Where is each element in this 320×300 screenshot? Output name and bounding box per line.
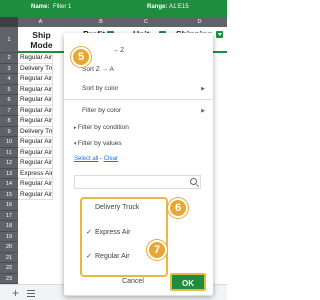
select-all-link[interactable]: Select all [74, 156, 98, 162]
row-numbers: 1 2 3 4 5 6 7 8 9 10 11 12 13 14 15 16 1… [0, 27, 18, 284]
table-cell[interactable]: Regular Air [18, 147, 53, 158]
table-cell[interactable]: Delivery Truck [18, 126, 53, 137]
filter-range-label: Range: [147, 4, 168, 10]
header-ship-mode-line1: Ship [32, 30, 51, 40]
row-number[interactable]: 7 [0, 105, 18, 116]
step-badge-6: 6 [168, 198, 188, 218]
value-item-express-air[interactable]: ✓ Express Air [86, 228, 130, 236]
table-cell[interactable]: Regular Air [18, 137, 53, 148]
table-cell[interactable]: Express Air [18, 168, 53, 179]
search-icon [190, 178, 197, 185]
values-search-input[interactable] [74, 175, 201, 189]
checkmark-icon[interactable]: ✓ [86, 228, 95, 236]
select-clear-links: Select all - Clear [74, 156, 118, 162]
filter-by-color-item[interactable]: Filter by color [82, 107, 121, 114]
filter-range-value[interactable]: A1:E15 [169, 4, 189, 10]
header-ship-mode-line2: Mode [30, 40, 53, 50]
row-number[interactable]: 10 [0, 137, 18, 148]
table-cell[interactable]: Regular Air [18, 53, 53, 64]
ok-button[interactable]: OK [170, 273, 206, 291]
row-number[interactable]: 11 [0, 147, 18, 158]
all-sheets-menu-icon[interactable] [27, 290, 35, 297]
row-number[interactable]: 18 [0, 221, 18, 232]
table-cell[interactable]: Regular Air [18, 105, 53, 116]
cancel-button-visible[interactable]: Cancel [116, 276, 150, 288]
filter-dropdown-icon[interactable] [216, 31, 223, 38]
filter-name-value[interactable]: Filter 1 [53, 4, 71, 10]
filter-name-label: Name: [31, 4, 50, 10]
column-header-a[interactable]: A [18, 17, 63, 27]
filter-by-condition-item[interactable]: ▸ Filter by condition [74, 124, 129, 131]
value-label: Regular Air [95, 253, 130, 260]
table-cell[interactable]: Regular Air [18, 158, 53, 169]
column-header-c[interactable]: C [125, 17, 167, 27]
row-number[interactable]: 5 [0, 84, 18, 95]
row-number[interactable]: 3 [0, 63, 18, 74]
table-cell[interactable]: Regular Air [18, 74, 53, 85]
row-number[interactable]: 21 [0, 252, 18, 263]
filter-by-condition-label: Filter by condition [77, 124, 129, 131]
row-number[interactable]: 4 [0, 74, 18, 85]
values-list: Delivery Truck ✓ Express Air ✓ Regular Air [80, 197, 168, 277]
menu-divider [64, 295, 213, 296]
value-label: Express Air [95, 229, 131, 236]
value-label: Delivery Truck [95, 204, 140, 211]
row-number[interactable]: 20 [0, 242, 18, 253]
clear-link[interactable]: Clear [104, 156, 118, 162]
row-number[interactable]: 19 [0, 231, 18, 242]
row-number[interactable]: 23 [0, 273, 18, 284]
checkmark-icon[interactable]: ✓ [86, 252, 95, 260]
step-badge-7: 7 [147, 240, 167, 260]
row-number[interactable]: 16 [0, 200, 18, 211]
column-header-d[interactable]: D [172, 17, 227, 27]
sort-a-z-item[interactable]: → Z [112, 47, 124, 54]
row-number[interactable]: 14 [0, 179, 18, 190]
submenu-arrow-icon: ▶ [201, 108, 205, 114]
row-number[interactable]: 9 [0, 126, 18, 137]
table-cell[interactable]: Regular Air [18, 84, 53, 95]
row-number[interactable]: 13 [0, 168, 18, 179]
row-number[interactable]: 6 [0, 95, 18, 106]
table-cell[interactable]: Regular Air [18, 116, 53, 127]
row-number[interactable]: 8 [0, 116, 18, 127]
sort-z-a-item[interactable]: Sort Z → A [82, 66, 114, 73]
filter-by-values-label: Filter by values [77, 140, 122, 147]
table-cell[interactable]: Regular Air [18, 189, 53, 200]
step-badge-5: 5 [71, 47, 91, 67]
row-number[interactable]: 12 [0, 158, 18, 169]
header-ship-mode[interactable]: Ship Mode [18, 27, 71, 53]
table-cell[interactable]: Regular Air [18, 95, 53, 106]
sort-by-color-item[interactable]: Sort by color [82, 85, 119, 92]
table-cell[interactable]: Regular Air [18, 179, 53, 190]
table-cell[interactable]: Delivery Truck [18, 63, 53, 74]
row-number[interactable]: 2 [0, 53, 18, 64]
filter-menu-panel: → Z Sort Z → A Sort by color ▶ Filter by… [64, 33, 213, 296]
select-all-corner[interactable] [0, 17, 18, 27]
add-sheet-button[interactable]: + [12, 286, 19, 300]
column-header-b[interactable]: B [80, 17, 122, 27]
row-number[interactable]: 1 [0, 27, 18, 53]
menu-divider [64, 99, 213, 100]
filter-by-values-item[interactable]: ▾ Filter by values [74, 140, 122, 147]
value-item-regular-air[interactable]: ✓ Regular Air [86, 252, 130, 260]
row-number[interactable]: 15 [0, 189, 18, 200]
sort-by-color-label: Sort by color [82, 85, 119, 92]
row-number[interactable]: 22 [0, 263, 18, 274]
value-item-delivery-truck[interactable]: Delivery Truck [86, 204, 139, 211]
row-number[interactable]: 17 [0, 210, 18, 221]
submenu-arrow-icon: ▶ [201, 86, 205, 92]
filter-view-bar: Name: Filter 1 Range: A1:E15 [0, 0, 227, 17]
column-headers: A B C D [0, 17, 227, 27]
